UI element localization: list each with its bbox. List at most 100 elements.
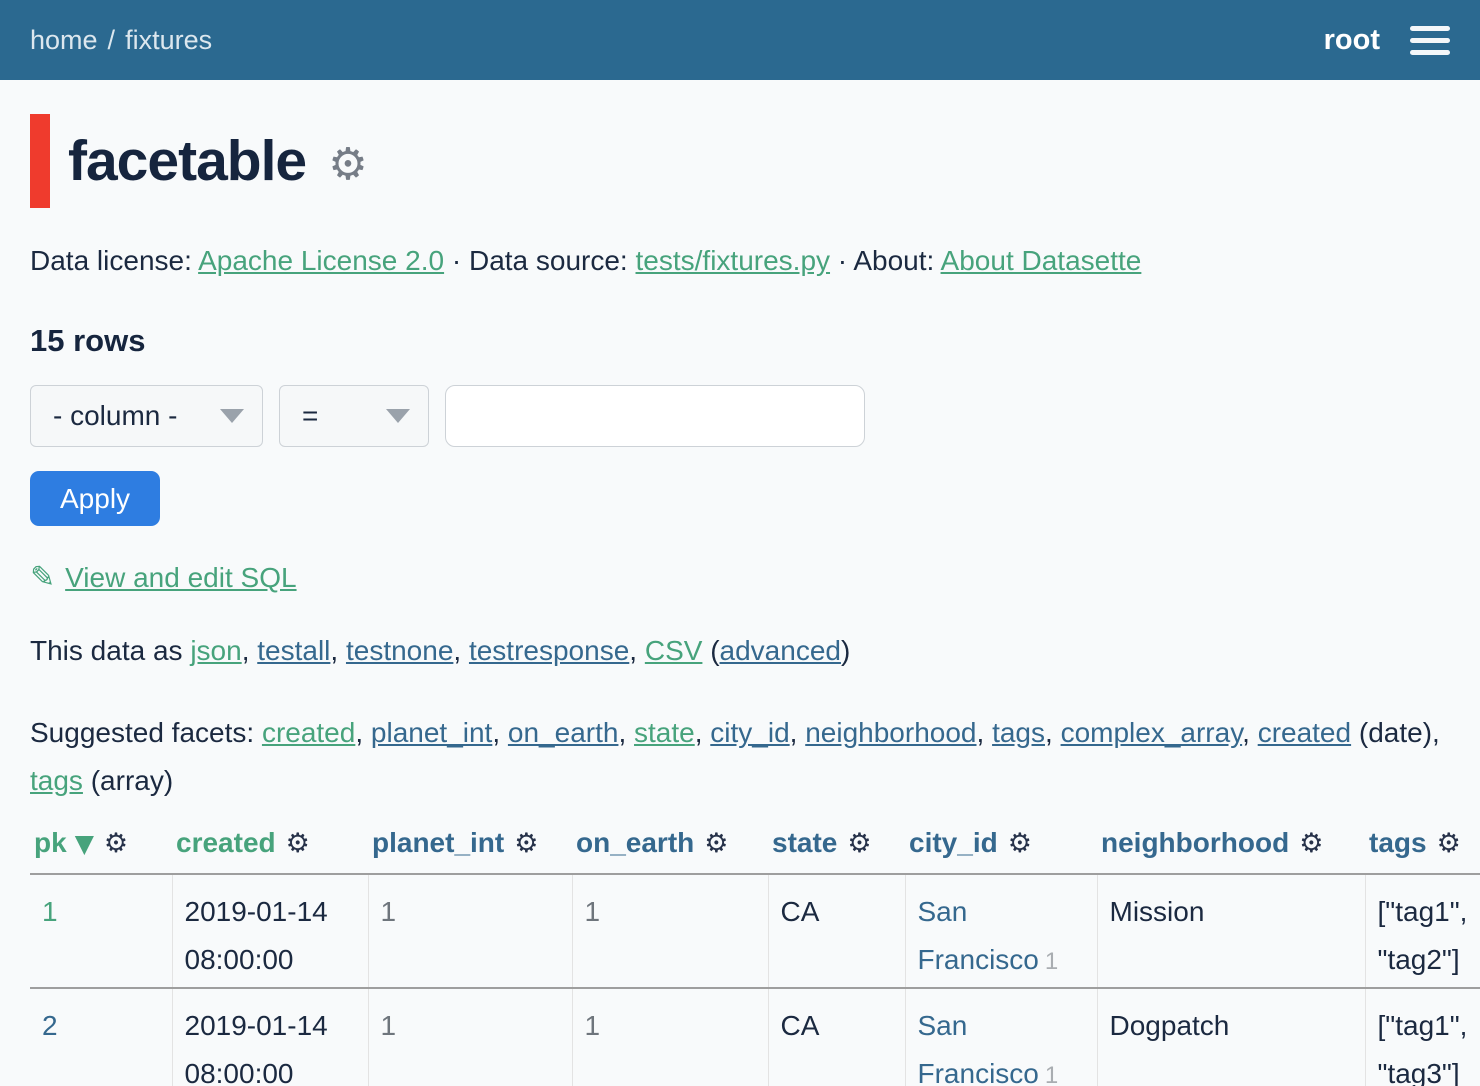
column-header-planet-int: planet_int ⚙ xyxy=(368,827,572,874)
filter-operator-value: = xyxy=(302,400,318,432)
meta-dot: · xyxy=(838,245,847,276)
cell-tags: ["tag1", "tag2"] xyxy=(1365,874,1480,988)
data-table: pk ▼ ⚙ created ⚙ planet_int ⚙ on_earth ⚙ stat… xyxy=(30,827,1480,1086)
column-gear-icon[interactable]: ⚙ xyxy=(847,828,871,859)
filter-value-input[interactable] xyxy=(445,385,865,447)
title-block: facetable ⚙ xyxy=(30,113,1450,209)
column-gear-icon[interactable]: ⚙ xyxy=(1008,828,1032,859)
filter-column-select[interactable]: - column - xyxy=(30,385,263,447)
export-link-json[interactable]: json xyxy=(190,635,241,666)
cell-state: CA xyxy=(768,874,905,988)
breadcrumb-separator: / xyxy=(108,25,116,55)
column-gear-icon[interactable]: ⚙ xyxy=(704,828,728,859)
column-header-state: state ⚙ xyxy=(768,827,905,874)
facet-link-state[interactable]: state xyxy=(634,717,695,748)
column-sort-link-on-earth[interactable]: on_earth xyxy=(576,827,694,858)
facet-link-neighborhood[interactable]: neighborhood xyxy=(805,717,976,748)
source-link[interactable]: tests/fixtures.py xyxy=(636,245,831,276)
chevron-down-icon xyxy=(220,409,244,423)
breadcrumb: home / fixtures xyxy=(30,25,212,56)
column-header-neighborhood: neighborhood ⚙ xyxy=(1097,827,1365,874)
filter-bar: - column - = xyxy=(30,385,1450,447)
metadata-line: Data license: Apache License 2.0 · Data … xyxy=(30,245,1450,277)
row-pk-link[interactable]: 2 xyxy=(42,1010,58,1041)
row-pk-link[interactable]: 1 xyxy=(42,896,58,927)
cell-tags: ["tag1", "tag3"] xyxy=(1365,988,1480,1086)
sort-desc-icon: ▼ xyxy=(75,829,94,858)
table-row: 2 2019-01-14 08:00:00 1 1 CA San Francis… xyxy=(30,988,1480,1086)
apply-button[interactable]: Apply xyxy=(30,471,160,526)
column-sort-link-city-id[interactable]: city_id xyxy=(909,827,998,858)
facet-link-created-date[interactable]: created xyxy=(1258,717,1351,748)
export-link-testnone[interactable]: testnone xyxy=(346,635,453,666)
cell-created: 2019-01-14 08:00:00 xyxy=(172,988,368,1086)
breadcrumb-fixtures-link[interactable]: fixtures xyxy=(125,25,212,55)
column-header-pk: pk ▼ ⚙ xyxy=(30,827,172,874)
facet-link-on-earth[interactable]: on_earth xyxy=(508,717,619,748)
cell-city-id: San Francisco1 xyxy=(905,874,1097,988)
export-link-advanced[interactable]: advanced xyxy=(720,635,841,666)
export-link-csv[interactable]: CSV xyxy=(645,635,703,666)
export-link-testresponse[interactable]: testresponse xyxy=(469,635,629,666)
title-accent-bar xyxy=(30,114,50,208)
row-count-heading: 15 rows xyxy=(30,323,1450,359)
column-header-city-id: city_id ⚙ xyxy=(905,827,1097,874)
city-link[interactable]: San Francisco xyxy=(918,1010,1039,1086)
facet-link-planet-int[interactable]: planet_int xyxy=(371,717,492,748)
cell-neighborhood: Dogpatch xyxy=(1097,988,1365,1086)
pencil-icon: ✎ xyxy=(30,560,55,595)
column-sort-link-neighborhood[interactable]: neighborhood xyxy=(1101,827,1289,858)
facet-link-city-id[interactable]: city_id xyxy=(710,717,789,748)
cell-planet-int: 1 xyxy=(368,874,572,988)
facets-prefix: Suggested facets: xyxy=(30,717,262,748)
about-label: About: xyxy=(853,245,934,276)
cell-neighborhood: Mission xyxy=(1097,874,1365,988)
column-header-created: created ⚙ xyxy=(172,827,368,874)
facet-link-complex-array[interactable]: complex_array xyxy=(1061,717,1243,748)
sql-edit-row: ✎ View and edit SQL xyxy=(30,560,1450,595)
export-link-testall[interactable]: testall xyxy=(257,635,330,666)
column-sort-link-state[interactable]: state xyxy=(772,827,837,858)
column-gear-icon[interactable]: ⚙ xyxy=(104,828,128,859)
about-link[interactable]: About Datasette xyxy=(941,245,1142,276)
cell-pk: 2 xyxy=(30,988,172,1086)
meta-dot: · xyxy=(452,245,461,276)
city-id-raw-value: 1 xyxy=(1045,948,1058,975)
cell-city-id: San Francisco1 xyxy=(905,988,1097,1086)
cell-created: 2019-01-14 08:00:00 xyxy=(172,874,368,988)
facet-link-tags[interactable]: tags xyxy=(992,717,1045,748)
user-menu-link[interactable]: root xyxy=(1324,24,1380,57)
column-header-tags: tags ⚙ xyxy=(1365,827,1480,874)
facet-link-tags-array[interactable]: tags xyxy=(30,765,83,796)
column-sort-link-pk[interactable]: pk xyxy=(34,827,67,858)
column-sort-link-created[interactable]: created xyxy=(176,827,276,858)
cell-planet-int: 1 xyxy=(368,988,572,1086)
column-sort-link-tags[interactable]: tags xyxy=(1369,827,1427,858)
table-settings-gear-icon[interactable]: ⚙ xyxy=(328,139,367,190)
column-header-on-earth: on_earth ⚙ xyxy=(572,827,768,874)
filter-operator-select[interactable]: = xyxy=(279,385,429,447)
export-prefix: This data as xyxy=(30,635,190,666)
city-link[interactable]: San Francisco xyxy=(918,896,1039,975)
cell-on-earth: 1 xyxy=(572,988,768,1086)
page-title: facetable xyxy=(68,128,306,194)
breadcrumb-home-link[interactable]: home xyxy=(30,25,98,55)
table-wrapper: pk ▼ ⚙ created ⚙ planet_int ⚙ on_earth ⚙ stat… xyxy=(0,827,1480,1086)
column-gear-icon[interactable]: ⚙ xyxy=(1437,828,1461,859)
table-row: 1 2019-01-14 08:00:00 1 1 CA San Francis… xyxy=(30,874,1480,988)
license-label: Data license: xyxy=(30,245,192,276)
column-gear-icon[interactable]: ⚙ xyxy=(514,828,538,859)
export-links: This data as json, testall, testnone, te… xyxy=(30,635,1450,667)
column-sort-link-planet-int[interactable]: planet_int xyxy=(372,827,504,858)
suggested-facets: Suggested facets: created, planet_int, o… xyxy=(30,709,1450,805)
hamburger-menu-icon[interactable] xyxy=(1410,26,1450,55)
cell-pk: 1 xyxy=(30,874,172,988)
license-link[interactable]: Apache License 2.0 xyxy=(198,245,444,276)
source-label: Data source: xyxy=(469,245,628,276)
facet-link-created[interactable]: created xyxy=(262,717,355,748)
column-gear-icon[interactable]: ⚙ xyxy=(1299,828,1323,859)
view-edit-sql-link[interactable]: View and edit SQL xyxy=(65,562,296,593)
column-gear-icon[interactable]: ⚙ xyxy=(286,828,310,859)
cell-on-earth: 1 xyxy=(572,874,768,988)
city-id-raw-value: 1 xyxy=(1045,1062,1058,1086)
